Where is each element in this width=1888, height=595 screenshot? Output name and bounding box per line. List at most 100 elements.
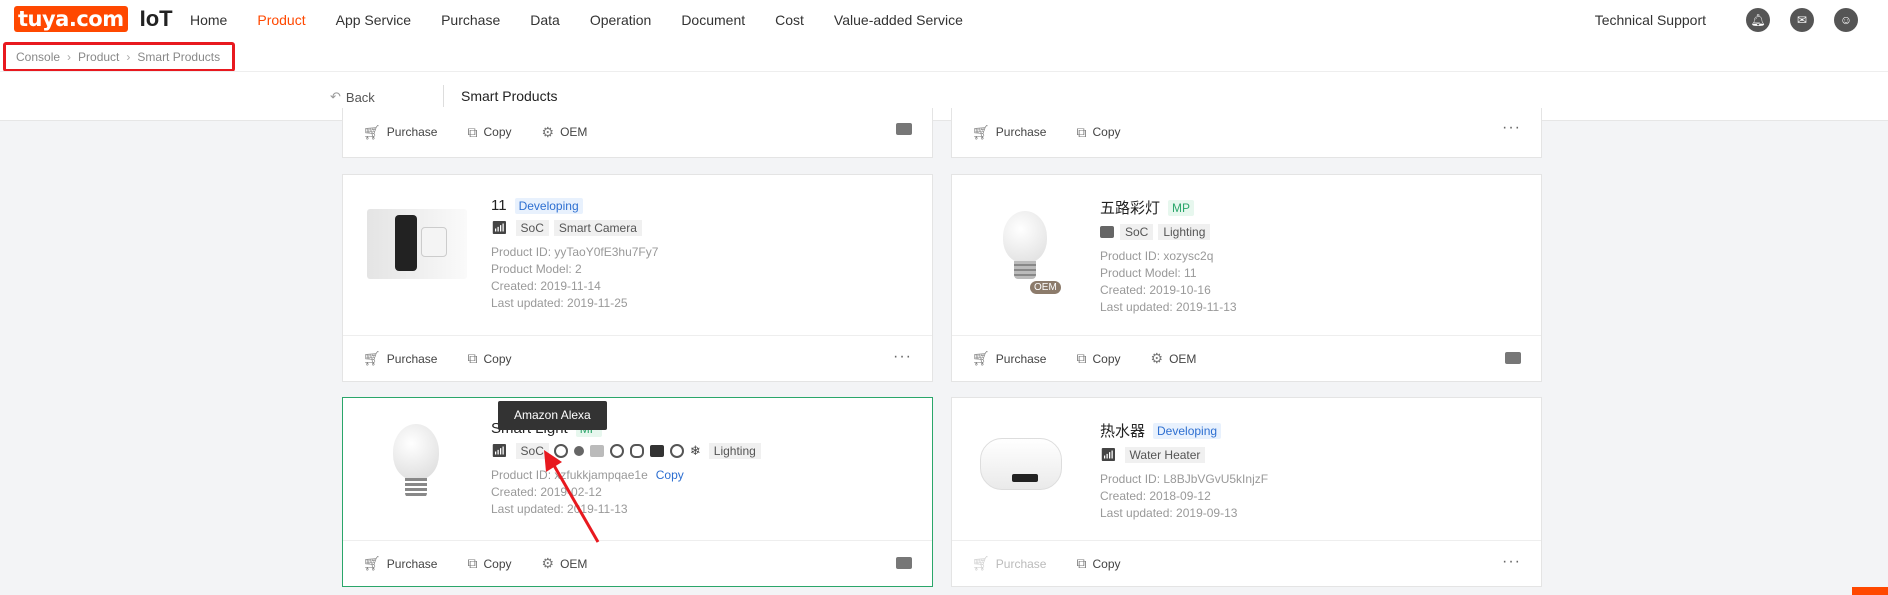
store-icon[interactable] <box>896 123 912 135</box>
arrow-head <box>544 450 562 472</box>
circle-icon[interactable] <box>669 444 684 458</box>
nav-app-service[interactable]: App Service <box>336 12 411 28</box>
product-card[interactable]: OEM 五路彩灯 MP SoC Lighting Product ID: xoz… <box>951 174 1542 382</box>
back-label: Back <box>345 89 375 105</box>
product-tags: 📶︎ Water Heater <box>1100 447 1268 463</box>
logo-iot-label: IoT <box>139 6 173 31</box>
copy-action[interactable]: ⧉ Copy <box>467 350 511 367</box>
cart-icon: 🛒︎ <box>363 555 381 571</box>
product-id-row: Product ID: xzfukkjampqae1e Copy <box>491 467 766 484</box>
status-badge: Developing <box>1153 422 1222 439</box>
spiral-icon[interactable] <box>609 444 624 458</box>
purchase-label: Purchase <box>386 125 438 139</box>
purchase-action[interactable]: 🛒︎ Purchase <box>363 350 437 367</box>
more-options-button[interactable]: ··· <box>893 348 912 366</box>
copy-action[interactable]: ⧉ Copy <box>1076 124 1120 141</box>
page-title: Smart Products <box>461 88 558 104</box>
breadcrumb-smart-products: Smart Products <box>137 50 221 64</box>
copy-icon: ⧉ <box>467 350 478 366</box>
product-name[interactable]: 11 <box>491 197 507 214</box>
hub-icon[interactable] <box>649 445 664 457</box>
cart-icon: 🛒︎ <box>972 555 990 571</box>
nav-purchase[interactable]: Purchase <box>441 12 500 28</box>
tag: Lighting <box>708 443 761 459</box>
copy-label: Copy <box>483 556 512 571</box>
copy-action[interactable]: ⧉ Copy <box>467 124 511 141</box>
cloud-icon[interactable] <box>629 444 644 458</box>
nav-home[interactable]: Home <box>190 12 227 28</box>
product-id: Product ID: yyTaoY0fE3hu7Fy7 <box>491 245 659 259</box>
updated-date: Last updated: 2019-09-13 <box>1100 506 1238 520</box>
card-actions: 🛒︎ Purchase ⧉ Copy ⚙ OEM <box>343 107 932 157</box>
nav-cost[interactable]: Cost <box>775 12 804 28</box>
product-card[interactable]: 11 Developing 📶︎ SoC Smart Camera Produc… <box>342 174 933 382</box>
more-options-button[interactable]: ··· <box>1502 119 1521 137</box>
copy-id-link[interactable]: Copy <box>656 468 684 482</box>
copy-icon: ⧉ <box>1076 555 1087 571</box>
product-card-selected[interactable]: Smart Light MP 📶︎ SoC ❄ Lighting Product… <box>342 397 933 587</box>
card-actions: 🛒︎ Purchase ⧉ Copy ⚙ OEM <box>343 540 932 586</box>
purchase-action[interactable]: 🛒︎ Purchase <box>363 555 437 572</box>
oem-icon: ⚙ <box>1150 350 1164 366</box>
product-info: Smart Light MP 📶︎ SoC ❄ Lighting Product… <box>491 420 766 518</box>
tag: Smart Camera <box>553 220 642 236</box>
more-options-button[interactable]: ··· <box>1502 553 1521 571</box>
store-icon[interactable] <box>1505 352 1521 364</box>
bell-icon[interactable]: 🔔︎ <box>1746 8 1770 32</box>
product-tags: SoC Lighting <box>1100 224 1237 240</box>
card-actions: 🛒︎ Purchase ⧉ Copy ··· <box>952 107 1541 157</box>
copy-action[interactable]: ⧉ Copy <box>1076 555 1120 572</box>
purchase-action[interactable]: 🛒︎ Purchase <box>363 124 437 141</box>
copy-icon: ⧉ <box>467 123 478 140</box>
nav-operation[interactable]: Operation <box>590 12 651 28</box>
nav-document[interactable]: Document <box>681 12 745 28</box>
purchase-label: Purchase <box>386 351 438 366</box>
product-info: 热水器 Developing 📶︎ Water Heater Product I… <box>1100 420 1268 522</box>
copy-label: Copy <box>1092 125 1121 139</box>
copy-label: Copy <box>1092 351 1121 366</box>
back-button[interactable]: ↶ Back <box>330 89 375 105</box>
store-icon[interactable] <box>896 557 912 569</box>
cart-icon: 🛒︎ <box>972 350 990 366</box>
product-tags: 📶︎ SoC ❄ Lighting <box>491 443 766 459</box>
copy-action[interactable]: ⧉ Copy <box>1076 350 1120 367</box>
oem-action[interactable]: ⚙ OEM <box>1151 350 1197 367</box>
logo-mark: tuya.com <box>14 6 128 32</box>
product-image-bulb <box>367 420 467 520</box>
tuya-logo[interactable]: tuya.com IoT <box>14 6 173 32</box>
breadcrumb-console[interactable]: Console <box>16 50 60 64</box>
wifi-icon: 📶︎ <box>1100 447 1117 462</box>
updated-date: Last updated: 2019-11-13 <box>491 502 628 516</box>
user-avatar-icon[interactable]: ☺ <box>1834 8 1858 32</box>
product-name[interactable]: 热水器 <box>1100 420 1145 441</box>
wifi-icon: 📶︎ <box>491 220 508 235</box>
technical-support-link[interactable]: Technical Support <box>1595 12 1706 28</box>
nav-value-added-service[interactable]: Value-added Service <box>834 12 963 28</box>
card-actions: 🛒︎ Purchase ⧉ Copy ⚙ OEM <box>952 335 1541 381</box>
oem-action[interactable]: ⚙ OEM <box>542 124 588 141</box>
breadcrumb-product[interactable]: Product <box>78 50 119 64</box>
cart-icon: 🛒︎ <box>972 123 990 140</box>
oem-chip: OEM <box>1030 281 1061 294</box>
oem-icon: ⚙ <box>541 555 555 571</box>
purchase-action[interactable]: 🛒︎ Purchase <box>972 124 1046 141</box>
nav-product[interactable]: Product <box>257 12 305 28</box>
oem-label: OEM <box>560 125 588 139</box>
copy-action[interactable]: ⧉ Copy <box>467 555 511 572</box>
back-arrow-icon: ↶ <box>330 89 341 104</box>
feedback-tab[interactable] <box>1852 587 1888 595</box>
message-icon[interactable]: ✉ <box>1790 8 1814 32</box>
purchase-action[interactable]: 🛒︎ Purchase <box>972 350 1046 367</box>
nav-data[interactable]: Data <box>530 12 560 28</box>
chevron-right-icon: › <box>126 50 131 64</box>
product-image-water-heater <box>976 434 1076 494</box>
product-card[interactable]: 热水器 Developing 📶︎ Water Heater Product I… <box>951 397 1542 587</box>
tag: Water Heater <box>1124 447 1206 463</box>
cart-icon: 🛒︎ <box>363 123 381 140</box>
snowflake-icon[interactable]: ❄ <box>690 443 701 459</box>
product-name[interactable]: 五路彩灯 <box>1100 197 1160 218</box>
product-meta: Product ID: L8BJbVGvU5kInjzF Created: 20… <box>1100 471 1268 522</box>
updated-date: Last updated: 2019-11-25 <box>491 296 628 310</box>
oem-action[interactable]: ⚙ OEM <box>542 555 588 572</box>
oem-icon: ⚙ <box>541 123 555 140</box>
